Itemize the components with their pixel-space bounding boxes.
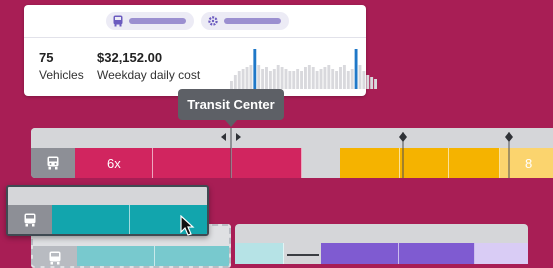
settings-filter-pill[interactable] — [201, 12, 289, 30]
mouse-cursor-icon — [180, 215, 195, 236]
trip-segment[interactable] — [475, 243, 528, 264]
bus-icon — [24, 213, 36, 227]
sparkline-bar — [284, 69, 288, 89]
sparkline-bar — [245, 67, 249, 89]
sparkline-bar — [339, 67, 342, 89]
tooltip-arrow — [225, 120, 237, 127]
dragged-segment — [52, 205, 130, 234]
drag-left-arrow-icon — [221, 133, 226, 141]
sparkline-bar — [319, 69, 323, 89]
sparkline-bar — [311, 67, 315, 89]
sparkline-bar — [241, 69, 245, 89]
stop-tooltip: Transit Center — [178, 89, 284, 120]
timeline-markers — [221, 128, 513, 178]
sparkline-bar — [315, 71, 319, 89]
sparkline-bar — [370, 77, 374, 89]
summary-card: 75 Vehicles $32,152.00 Weekday daily cos… — [24, 5, 377, 96]
sparkline-bar — [288, 71, 292, 89]
pill-placeholder-text — [129, 18, 186, 24]
sparkline-bar — [362, 71, 366, 89]
sparkline-bar — [304, 67, 307, 89]
sparkline-bar — [350, 69, 354, 89]
sparkline-bar — [300, 71, 303, 89]
sparkline-bar — [233, 75, 237, 89]
sparkline-bar — [292, 71, 296, 89]
bus-icon — [113, 15, 123, 27]
sparkline-bar — [272, 69, 276, 89]
cost-sparkline — [230, 49, 377, 89]
sparkline-bar — [249, 65, 253, 89]
vehicle-tile — [33, 246, 77, 266]
pill-placeholder-text — [224, 18, 281, 24]
daily-cost-label: Weekday daily cost — [97, 68, 201, 82]
sparkline-bar — [366, 75, 370, 89]
sparkline-bar — [346, 71, 350, 89]
sparkline-bar — [257, 65, 261, 89]
stop-marker-icon — [505, 132, 513, 142]
placeholder-segment — [155, 246, 229, 266]
card-header — [24, 5, 366, 38]
vehicles-label: Vehicles — [39, 68, 84, 82]
trip-segment[interactable] — [399, 243, 475, 264]
vehicles-count: 75 — [39, 50, 54, 65]
sparkline-bar — [327, 65, 331, 89]
sparkline-bar — [307, 65, 311, 89]
gear-icon — [208, 16, 218, 26]
sparkline-bar — [237, 71, 241, 89]
sparkline-bar — [358, 65, 362, 89]
sparkline-bar — [374, 79, 377, 89]
daily-cost-value: $32,152.00 — [97, 50, 163, 65]
sparkline-bar — [342, 65, 346, 89]
gap-line — [287, 254, 319, 256]
sparkline-bar — [276, 65, 280, 89]
sparkline-bar — [268, 71, 272, 89]
bus-icon — [49, 251, 61, 265]
sparkline-bar — [331, 69, 335, 89]
sparkline-bar — [265, 67, 268, 89]
sparkline-bar — [280, 67, 284, 89]
sparkline-bar — [230, 81, 233, 89]
sparkline-bar — [335, 71, 339, 89]
placeholder-segment — [77, 246, 155, 266]
sparkline-bar — [354, 49, 358, 89]
trip-segment[interactable] — [321, 243, 399, 264]
trip-segment[interactable] — [235, 243, 284, 264]
route-filter-pill[interactable] — [106, 12, 194, 30]
sparkline-bar — [296, 69, 300, 89]
vehicle-tile — [8, 205, 52, 234]
sparkline-bar — [253, 49, 257, 89]
sparkline-bar — [323, 67, 327, 89]
sparkline-bar — [261, 69, 265, 89]
dragged-vehicle-block[interactable] — [6, 185, 209, 236]
block-timeline-track[interactable]: 6x 8 — [31, 128, 553, 178]
stop-marker-icon — [399, 132, 407, 142]
drag-right-arrow-icon — [236, 133, 241, 141]
block-timeline-track-2[interactable] — [235, 224, 528, 264]
